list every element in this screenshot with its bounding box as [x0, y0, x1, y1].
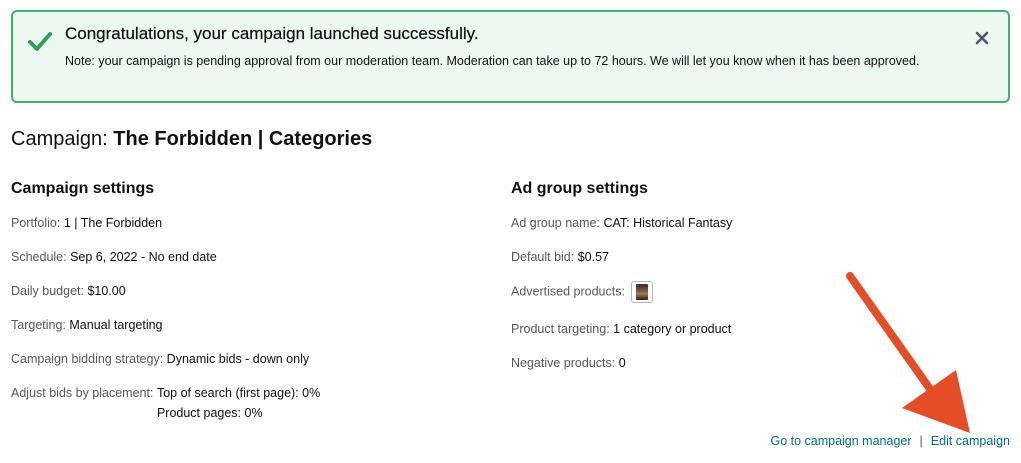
- bidding-strategy-value: Dynamic bids - down only: [166, 352, 310, 366]
- edit-campaign-link[interactable]: Edit campaign: [931, 434, 1010, 448]
- portfolio-row: Portfolio: 1 | The Forbidden: [11, 213, 162, 233]
- link-separator: |: [919, 434, 923, 448]
- daily-budget-label: Daily budget:: [11, 284, 84, 298]
- placement-values: Top of search (first page): 0% Product p…: [157, 383, 320, 423]
- product-targeting-value: 1 category or product: [613, 322, 732, 336]
- ad-group-name-label: Ad group name:: [511, 216, 600, 230]
- advertised-products-row: Advertised products:: [511, 281, 654, 303]
- campaign-settings-heading: Campaign settings: [11, 180, 155, 197]
- daily-budget-row: Daily budget: $10.00: [11, 281, 126, 301]
- placement-product-pages: Product pages: 0%: [156, 406, 263, 420]
- placement-label: Adjust bids by placement:: [11, 386, 154, 400]
- alert-note: Note: your campaign is pending approval …: [65, 54, 920, 68]
- success-alert: Congratulations, your campaign launched …: [11, 10, 1010, 103]
- default-bid-row: Default bid: $0.57: [511, 247, 609, 267]
- default-bid-label: Default bid:: [511, 250, 575, 264]
- portfolio-value: 1 | The Forbidden: [63, 216, 163, 230]
- product-thumbnail[interactable]: [631, 281, 654, 303]
- bidding-strategy-label: Campaign bidding strategy:: [11, 352, 164, 366]
- campaign-name: The Forbidden | Categories: [113, 128, 373, 150]
- campaign-title-prefix: Campaign:: [11, 128, 108, 150]
- ad-group-settings-heading: Ad group settings: [511, 180, 648, 197]
- targeting-label: Targeting:: [11, 318, 66, 332]
- product-targeting-row: Product targeting: 1 category or product: [511, 319, 731, 339]
- placement-row: Adjust bids by placement: Top of search …: [11, 383, 320, 423]
- targeting-row: Targeting: Manual targeting: [11, 315, 163, 335]
- placement-top-of-search: Top of search (first page): 0%: [156, 386, 321, 400]
- default-bid-value: $0.57: [577, 250, 609, 264]
- schedule-row: Schedule: Sep 6, 2022 - No end date: [11, 247, 217, 267]
- advertised-products-label: Advertised products:: [511, 284, 625, 299]
- footer-links: Go to campaign manager | Edit campaign: [770, 434, 1010, 448]
- close-icon[interactable]: [974, 30, 990, 46]
- negative-products-label: Negative products:: [511, 356, 616, 370]
- product-targeting-label: Product targeting:: [511, 322, 610, 336]
- schedule-value: Sep 6, 2022 - No end date: [70, 250, 217, 264]
- negative-products-value: 0: [618, 356, 626, 370]
- bidding-strategy-row: Campaign bidding strategy: Dynamic bids …: [11, 349, 309, 369]
- ad-group-name-value: CAT: Historical Fantasy: [603, 216, 733, 230]
- page-title: Campaign: The Forbidden | Categories: [11, 128, 372, 151]
- checkmark-icon: [28, 32, 52, 51]
- daily-budget-value: $10.00: [87, 284, 126, 298]
- ad-group-name-row: Ad group name: CAT: Historical Fantasy: [511, 213, 732, 233]
- negative-products-row: Negative products: 0: [511, 353, 626, 373]
- go-to-campaign-manager-link[interactable]: Go to campaign manager: [770, 434, 911, 448]
- targeting-value: Manual targeting: [69, 318, 163, 332]
- alert-title: Congratulations, your campaign launched …: [65, 24, 479, 43]
- portfolio-label: Portfolio:: [11, 216, 61, 230]
- schedule-label: Schedule:: [11, 250, 67, 264]
- annotation-arrow: [846, 272, 970, 433]
